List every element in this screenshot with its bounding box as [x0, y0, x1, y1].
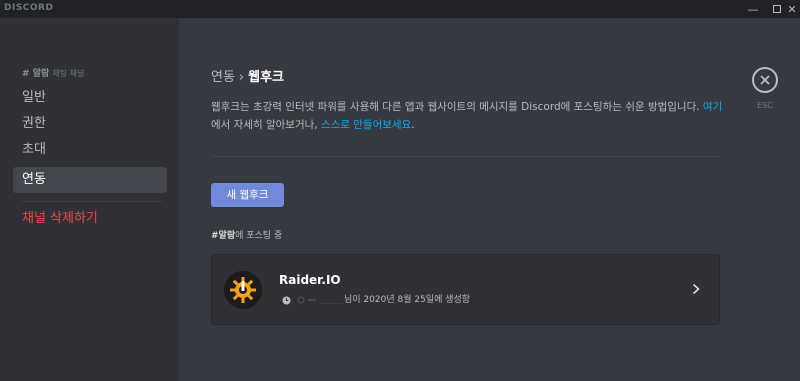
- delete-channel-button[interactable]: 채널 삭제하기: [13, 206, 167, 232]
- sidebar-item-general[interactable]: 일반: [13, 85, 167, 111]
- breadcrumb-separator: ›: [238, 70, 245, 85]
- chevron-right-icon[interactable]: [690, 282, 702, 296]
- description-text-3: .: [411, 119, 415, 131]
- clock-icon: [282, 296, 291, 305]
- app-brand: DISCORD: [4, 3, 54, 13]
- new-webhook-button[interactable]: 새 웹후크: [211, 183, 284, 207]
- maximize-icon: [773, 5, 781, 13]
- posting-suffix: 에 포스팅 중: [235, 231, 283, 241]
- sidebar-divider: [22, 201, 162, 202]
- close-window-button[interactable]: ✕: [784, 0, 800, 18]
- sidebar-item-permissions[interactable]: 권한: [13, 111, 167, 137]
- close-circle-icon: [760, 75, 770, 85]
- raiderio-logo-icon: [224, 271, 262, 309]
- breadcrumb: 연동 › 웹후크: [211, 66, 284, 85]
- minimize-icon: —: [747, 2, 759, 16]
- title-bar: DISCORD — ✕: [0, 0, 800, 18]
- channel-category: 채팅 채널: [52, 69, 85, 78]
- description-text-2: 에서 자세히 알아보거나,: [211, 119, 321, 131]
- description-text-1: 웹후크는 초강력 인터넷 파워를 사용해 다른 앱과 웹사이트의 메시지를 Di…: [211, 101, 703, 113]
- webhook-card[interactable]: Raider.IO 님이 2020년 8월 25일에 생성함: [211, 254, 720, 325]
- webhook-created-info: 님이 2020년 8월 25일에 생성함: [344, 295, 471, 305]
- breadcrumb-parent[interactable]: 연동: [211, 70, 235, 85]
- learn-more-link[interactable]: 여기: [703, 101, 722, 113]
- webhook-description: 웹후크는 초강력 인터넷 파워를 사용해 다른 앱과 웹사이트의 메시지를 Di…: [211, 98, 726, 134]
- posting-channel-name: #알람: [211, 231, 236, 241]
- section-divider: [211, 156, 720, 157]
- sidebar-header: # 알람 채팅 채널: [22, 66, 84, 79]
- build-yourself-link[interactable]: 스스로 만들어보세요: [321, 119, 411, 131]
- minimize-button[interactable]: —: [740, 0, 766, 18]
- hash-icon: #: [22, 69, 30, 79]
- page-title: 웹후크: [248, 70, 285, 85]
- sidebar-item-integrations[interactable]: 연동: [13, 167, 167, 193]
- esc-label: ESC: [757, 101, 773, 110]
- posting-channel-label: #알람에 포스팅 중: [211, 228, 282, 241]
- close-settings-button[interactable]: [752, 67, 778, 93]
- close-icon: ✕: [787, 2, 797, 16]
- main-content: 연동 › 웹후크 웹후크는 초강력 인터넷 파워를 사용해 다른 앱과 웹사이트의 …: [179, 18, 800, 381]
- channel-name: 알람: [32, 69, 50, 79]
- redacted-username: [297, 296, 342, 304]
- settings-sidebar: # 알람 채팅 채널 일반 권한 초대 연동 채널 삭제하기: [0, 18, 179, 381]
- sidebar-item-invites[interactable]: 초대: [13, 137, 167, 163]
- webhook-name: Raider.IO: [279, 273, 341, 287]
